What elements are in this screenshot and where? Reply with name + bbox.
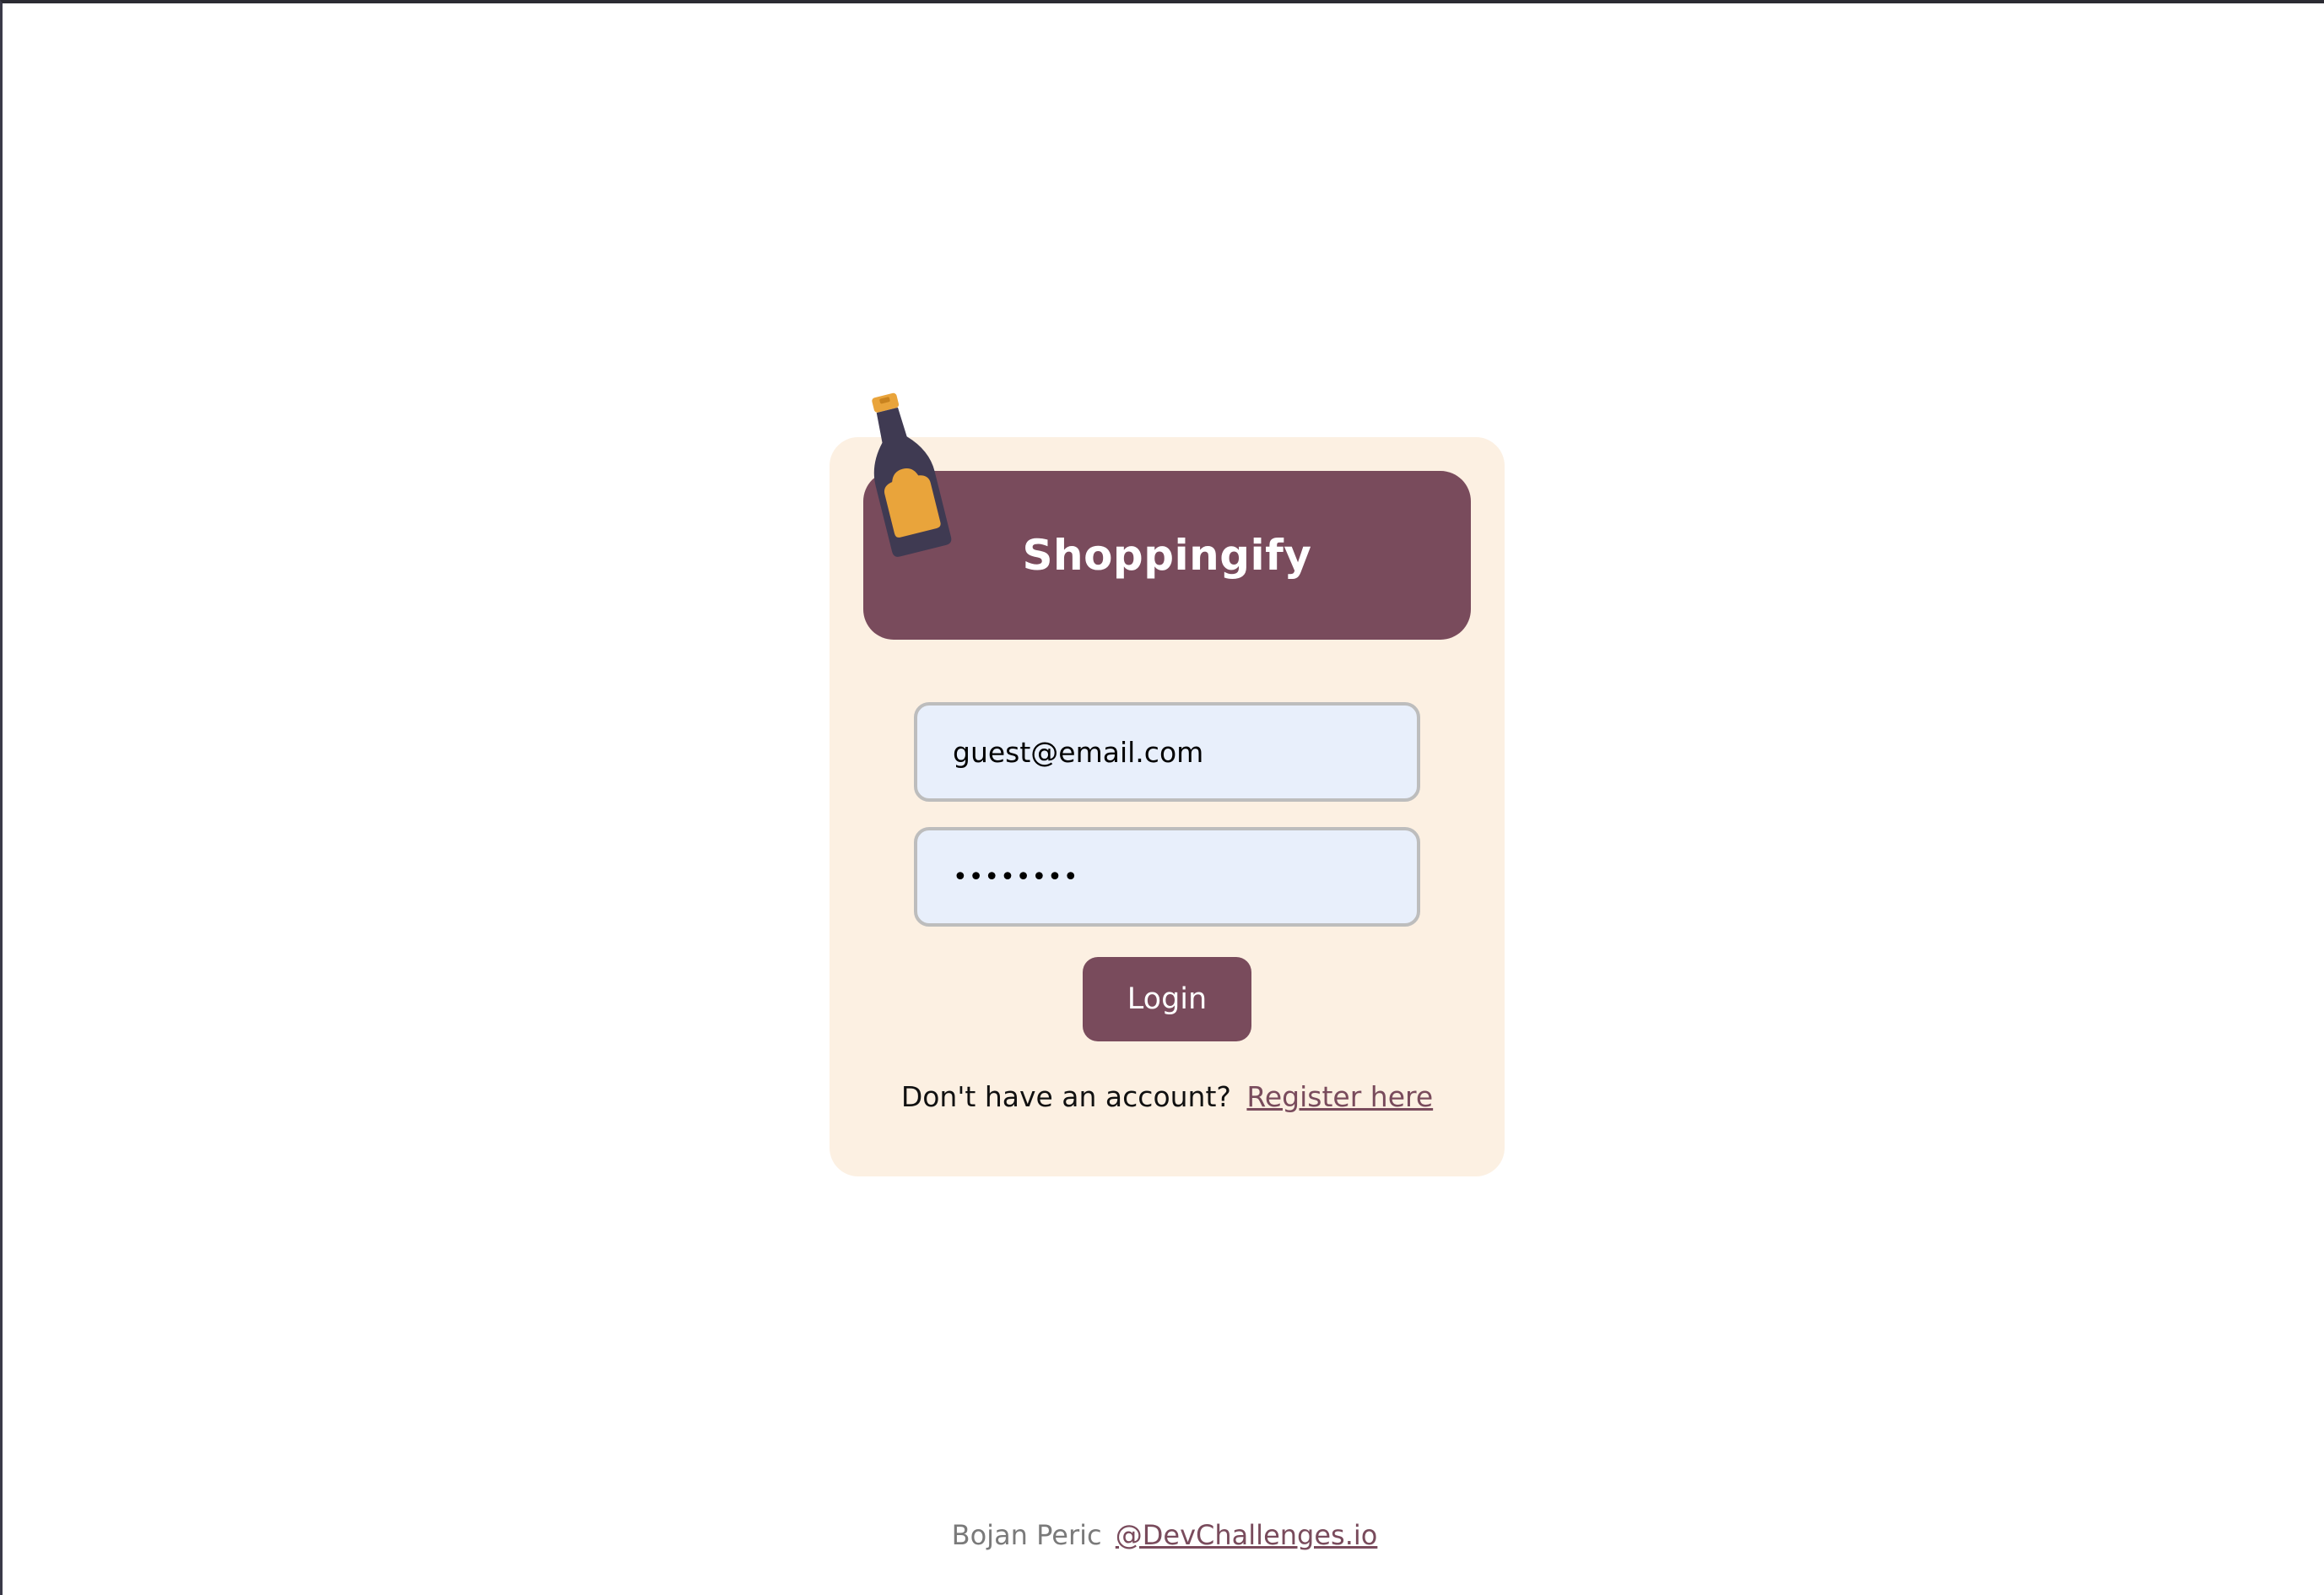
login-card: Shoppingify Login Don't have an account?… (830, 392, 1505, 1176)
login-button[interactable]: Login (1083, 957, 1251, 1041)
register-prompt-row: Don't have an account? Register here (830, 1080, 1505, 1113)
app-title: Shoppingify (1022, 531, 1312, 580)
footer: Bojan Peric @DevChallenges.io (3, 1519, 2324, 1551)
login-page: Shoppingify Login Don't have an account?… (0, 0, 2324, 1595)
email-field[interactable] (914, 702, 1420, 802)
register-prompt: Don't have an account? (900, 1080, 1231, 1113)
footer-author: Bojan Peric (951, 1519, 1102, 1551)
register-link[interactable]: Register here (1246, 1080, 1433, 1113)
password-field[interactable] (914, 827, 1420, 927)
bottle-icon (872, 392, 952, 557)
footer-link[interactable]: @DevChallenges.io (1116, 1519, 1378, 1551)
